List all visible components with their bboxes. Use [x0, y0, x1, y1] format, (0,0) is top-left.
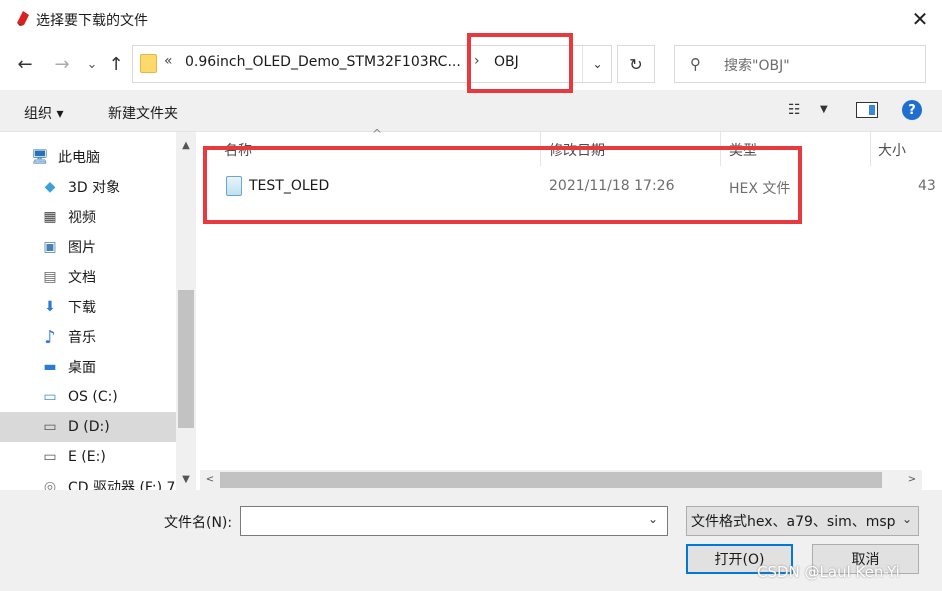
horizontal-scroll-thumb[interactable] [220, 472, 882, 488]
drive-c-icon: ▭ [43, 389, 57, 405]
folder-icon [140, 54, 157, 73]
picture-icon: ▣ [43, 239, 57, 255]
forward-icon[interactable]: → [50, 52, 74, 76]
highlight-box-file [203, 146, 802, 224]
sidebar-item-label: OS (C:) [68, 389, 118, 405]
cube-icon: ◆ [44, 179, 56, 195]
computer-icon: 🖥 [31, 149, 49, 165]
breadcrumb-parent[interactable]: 0.96inch_OLED_Demo_STM32F103RC... [185, 54, 461, 70]
help-icon[interactable]: ? [902, 100, 922, 120]
file-type-select[interactable]: 文件格式hex、a79、sim、msp [686, 506, 919, 536]
search-input[interactable] [674, 45, 926, 83]
sidebar-item-music[interactable]: ♪ 音乐 [0, 322, 176, 352]
watermark: CSDN @Laul Ken-Yi [757, 563, 900, 581]
search-placeholder: 搜索"OBJ" [724, 58, 790, 74]
navigation-pane: 🖥 此电脑 ◆ 3D 对象 ▦ 视频 ▣ 图片 ▤ 文档 ⬇ 下载 ♪ 音乐 ▬… [0, 132, 196, 490]
file-size: 43 [918, 178, 936, 194]
document-icon: ▤ [43, 269, 57, 285]
filename-label: 文件名(N): [164, 515, 233, 531]
scroll-left-icon[interactable]: < [200, 474, 220, 485]
window-title: 选择要下载的文件 [36, 13, 148, 29]
sidebar-item-label: D (D:) [68, 419, 110, 435]
download-icon: ⬇ [44, 299, 56, 315]
sidebar-item-label: 下载 [68, 300, 96, 316]
refresh-button[interactable]: ↻ [617, 45, 655, 83]
sidebar-item-drive-e[interactable]: ▭ E (E:) [0, 442, 176, 472]
sidebar-item-label: 文档 [68, 270, 96, 286]
sidebar-item-label: E (E:) [68, 449, 106, 465]
sort-ascending-icon: ^ [372, 127, 383, 141]
column-header-size[interactable]: 大小 [878, 140, 906, 160]
filename-dropdown-icon[interactable]: ⌄ [648, 512, 658, 526]
file-type-dropdown-icon[interactable]: ⌄ [902, 512, 912, 526]
filename-field[interactable] [240, 506, 668, 536]
view-dropdown-icon[interactable]: ▼ [820, 104, 828, 115]
sidebar-item-label: 此电脑 [58, 150, 100, 166]
back-icon[interactable]: ← [13, 52, 37, 76]
file-type-value: 文件格式hex、a79、sim、msp [691, 514, 896, 530]
sidebar-item-this-pc[interactable]: 🖥 此电脑 [0, 142, 176, 172]
sidebar-item-label: CD 驱动器 (F:) 7 [68, 480, 176, 490]
video-icon: ▦ [43, 209, 57, 225]
sidebar-item-label: 图片 [68, 240, 96, 256]
sidebar-item-drive-c[interactable]: ▭ OS (C:) [0, 382, 176, 412]
desktop-icon: ▬ [43, 359, 57, 375]
scroll-right-icon[interactable]: > [902, 474, 922, 485]
highlight-box-folder [467, 33, 573, 93]
music-icon: ♪ [44, 326, 56, 348]
organize-button[interactable]: 组织 ▾ [24, 103, 63, 123]
column-divider[interactable] [870, 132, 871, 166]
sidebar-item-label: 视频 [68, 210, 96, 226]
app-icon [17, 11, 29, 26]
scroll-up-icon[interactable]: ▲ [176, 140, 196, 151]
drive-e-icon: ▭ [43, 449, 57, 465]
sidebar-item-label: 桌面 [68, 360, 96, 376]
sidebar-item-pictures[interactable]: ▣ 图片 [0, 232, 176, 262]
sidebar-item-desktop[interactable]: ▬ 桌面 [0, 352, 176, 382]
new-folder-button[interactable]: 新建文件夹 [108, 103, 178, 123]
cd-drive-icon: ◎ [43, 479, 57, 490]
drive-d-icon: ▭ [43, 419, 57, 435]
close-button[interactable]: ✕ [900, 2, 940, 36]
sidebar-item-label: 3D 对象 [68, 180, 121, 196]
address-dropdown-icon[interactable]: ⌄ [582, 46, 612, 82]
sidebar-item-downloads[interactable]: ⬇ 下载 [0, 292, 176, 322]
scroll-down-icon[interactable]: ▼ [176, 474, 196, 485]
view-options-icon[interactable]: ☷ [788, 102, 801, 118]
search-icon: ⚲ [690, 55, 701, 73]
recent-locations-icon[interactable]: ⌄ [80, 52, 104, 76]
preview-pane-icon[interactable] [856, 102, 878, 118]
sidebar-scroll-thumb[interactable] [178, 290, 194, 428]
sidebar-item-3d-objects[interactable]: ◆ 3D 对象 [0, 172, 176, 202]
up-folder-icon[interactable]: ↑ [104, 52, 128, 76]
sidebar-item-documents[interactable]: ▤ 文档 [0, 262, 176, 292]
sidebar-item-cd-drive[interactable]: ◎ CD 驱动器 (F:) 7 [0, 472, 176, 490]
address-overflow-icon[interactable]: « [164, 53, 173, 69]
sidebar-item-label: 音乐 [68, 330, 96, 346]
sidebar-item-drive-d[interactable]: ▭ D (D:) [0, 412, 176, 442]
sidebar-item-videos[interactable]: ▦ 视频 [0, 202, 176, 232]
